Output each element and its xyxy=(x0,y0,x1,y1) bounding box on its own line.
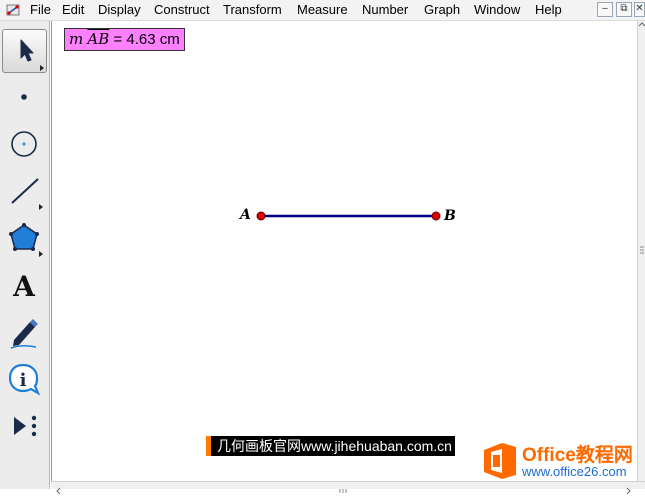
straightedge-tool[interactable] xyxy=(2,169,47,213)
info-glyph: i xyxy=(20,370,27,391)
point-b[interactable] xyxy=(431,211,441,221)
app-icon[interactable] xyxy=(5,2,21,18)
text-tool-glyph: A xyxy=(12,270,36,303)
menu-file[interactable]: File xyxy=(30,2,51,18)
menu-display[interactable]: Display xyxy=(98,2,141,18)
marker-pen-icon xyxy=(10,319,38,349)
arrow-cursor-icon xyxy=(20,39,44,71)
geometry-layer xyxy=(256,211,441,221)
selection-arrow-tool[interactable] xyxy=(2,29,47,73)
menu-transform[interactable]: Transform xyxy=(223,2,282,18)
menu-construct[interactable]: Construct xyxy=(154,2,210,18)
menu-edit[interactable]: Edit xyxy=(62,2,84,18)
scrollbar-grip-icon xyxy=(638,22,645,254)
menu-number[interactable]: Number xyxy=(362,2,408,18)
office-watermark-url: www.office26.com xyxy=(522,464,627,479)
sketch-canvas[interactable]: m AB = 4.63 cm A B xyxy=(51,21,638,481)
close-button[interactable]: ✕ xyxy=(634,2,645,17)
circle-icon xyxy=(11,131,37,157)
info-bubble-icon: i xyxy=(8,363,41,396)
hscroll-grip-icon xyxy=(56,487,631,495)
restore-button[interactable]: ⧉ xyxy=(616,2,632,17)
menu-window[interactable]: Window xyxy=(474,2,520,18)
polygon-tool[interactable] xyxy=(2,216,47,260)
point-a-label[interactable]: A xyxy=(240,207,251,223)
compass-tool[interactable] xyxy=(2,122,47,166)
text-tool-icon: A xyxy=(12,270,36,303)
menu-bar: File Edit Display Construct Transform Me… xyxy=(0,0,645,21)
pentagon-icon xyxy=(9,223,43,257)
text-tool[interactable]: A xyxy=(2,263,47,307)
point-a[interactable] xyxy=(256,211,266,221)
point-icon xyxy=(21,94,27,100)
site-watermark: 几何画板官网www.jihehuaban.com.cn xyxy=(206,436,455,456)
office-watermark: Office教程网 www.office26.com xyxy=(480,438,640,484)
toolbox: A i xyxy=(0,21,50,489)
office-logo-icon xyxy=(484,443,516,479)
point-b-label[interactable]: B xyxy=(444,208,456,224)
custom-tools-icon xyxy=(14,415,37,437)
menu-help[interactable]: Help xyxy=(535,2,562,18)
minimize-button[interactable]: – xyxy=(597,2,613,17)
menu-measure[interactable]: Measure xyxy=(297,2,348,18)
point-tool[interactable] xyxy=(2,75,47,119)
menu-graph[interactable]: Graph xyxy=(424,2,460,18)
custom-tools[interactable] xyxy=(2,404,47,448)
line-segment-icon xyxy=(11,178,43,210)
vertical-scrollbar[interactable] xyxy=(637,21,645,481)
marker-tool[interactable] xyxy=(2,310,47,354)
office-watermark-title: Office教程网 xyxy=(522,445,633,466)
information-tool[interactable]: i xyxy=(2,357,47,401)
